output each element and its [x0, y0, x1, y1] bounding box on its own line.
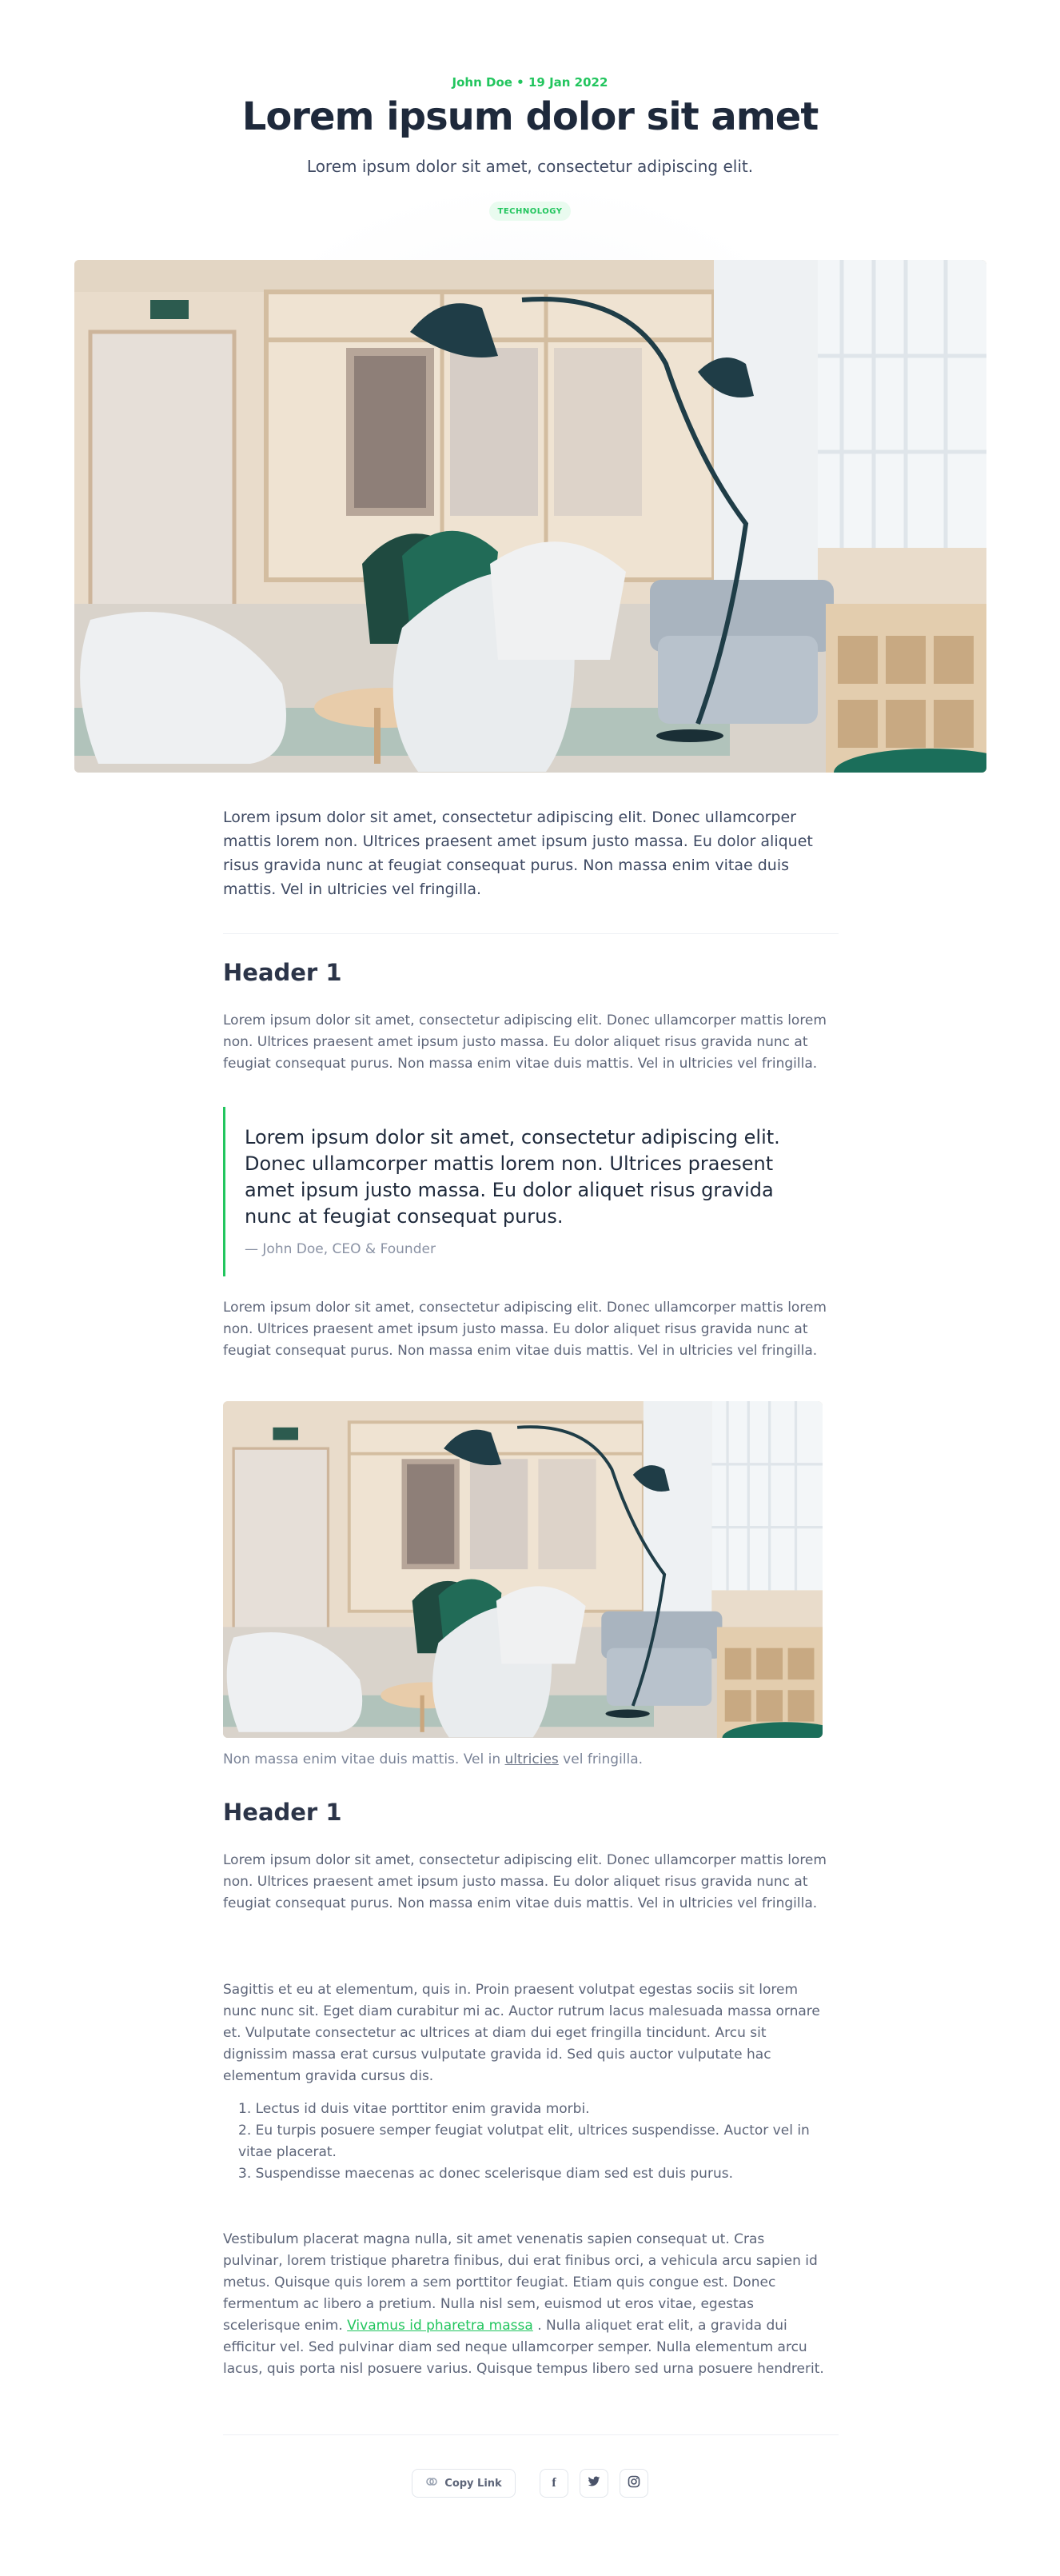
hero-image — [74, 260, 986, 773]
twitter-share-button[interactable] — [580, 2469, 608, 2498]
numbered-list: 1. Lectus id duis vitae porttitor enim g… — [238, 2099, 830, 2185]
interior-photo-illustration — [223, 1401, 823, 1738]
interior-photo-illustration — [74, 260, 986, 773]
inline-image — [223, 1401, 823, 1738]
image-caption: Non massa enim vitae duis mattis. Vel in… — [223, 1751, 823, 1767]
page-title: Lorem ipsum dolor sit amet — [241, 94, 819, 139]
section-heading: Header 1 — [223, 959, 342, 986]
copy-link-label: Copy Link — [444, 2477, 502, 2490]
caption-text: Non massa enim vitae duis mattis. Vel in — [223, 1751, 505, 1767]
pull-quote: Lorem ipsum dolor sit amet, consectetur … — [223, 1107, 815, 1276]
section-paragraph: Sagittis et eu at elementum, quis in. Pr… — [223, 1982, 820, 2084]
link-icon — [425, 2475, 438, 2491]
caption-link[interactable]: ultricies — [505, 1751, 559, 1767]
section-paragraph: Lorem ipsum dolor sit amet, consectetur … — [223, 1012, 827, 1072]
section-paragraph: Lorem ipsum dolor sit amet, consectetur … — [223, 1852, 827, 1911]
inline-link[interactable]: Vivamus id pharetra massa — [347, 2318, 533, 2334]
section-divider — [223, 2434, 839, 2435]
section-paragraph: Vestibulum placerat magna nulla, sit ame… — [223, 2229, 827, 2380]
list-item: 2. Eu turpis posuere semper feugiat volu… — [238, 2123, 810, 2160]
category-tag[interactable]: TECHNOLOGY — [489, 202, 571, 221]
section-heading: Header 1 — [223, 1799, 342, 1826]
section-paragraph: Lorem ipsum dolor sit amet, consectetur … — [223, 1300, 827, 1359]
quote-author: — John Doe, CEO & Founder — [245, 1241, 436, 1257]
share-spacer — [527, 2469, 528, 2498]
copy-link-button[interactable]: Copy Link — [412, 2469, 516, 2498]
facebook-icon: f — [552, 2476, 556, 2490]
list-item: 1. Lectus id duis vitae porttitor enim g… — [238, 2101, 590, 2117]
page-subtitle: Lorem ipsum dolor sit amet, consectetur … — [306, 157, 754, 176]
caption-text: vel fringilla. — [558, 1751, 644, 1767]
share-bar: Copy Link f — [0, 2469, 1060, 2498]
article-lead: Lorem ipsum dolor sit amet, consectetur … — [223, 809, 813, 898]
article-meta: John Doe • 19 Jan 2022 — [452, 75, 608, 90]
instagram-icon — [628, 2475, 640, 2491]
facebook-share-button[interactable]: f — [540, 2469, 568, 2498]
quote-text: Lorem ipsum dolor sit amet, consectetur … — [245, 1126, 780, 1228]
list-item: 3. Suspendisse maecenas ac donec sceleri… — [238, 2166, 733, 2182]
instagram-share-button[interactable] — [620, 2469, 648, 2498]
twitter-icon — [588, 2476, 600, 2490]
section-divider — [223, 933, 839, 934]
